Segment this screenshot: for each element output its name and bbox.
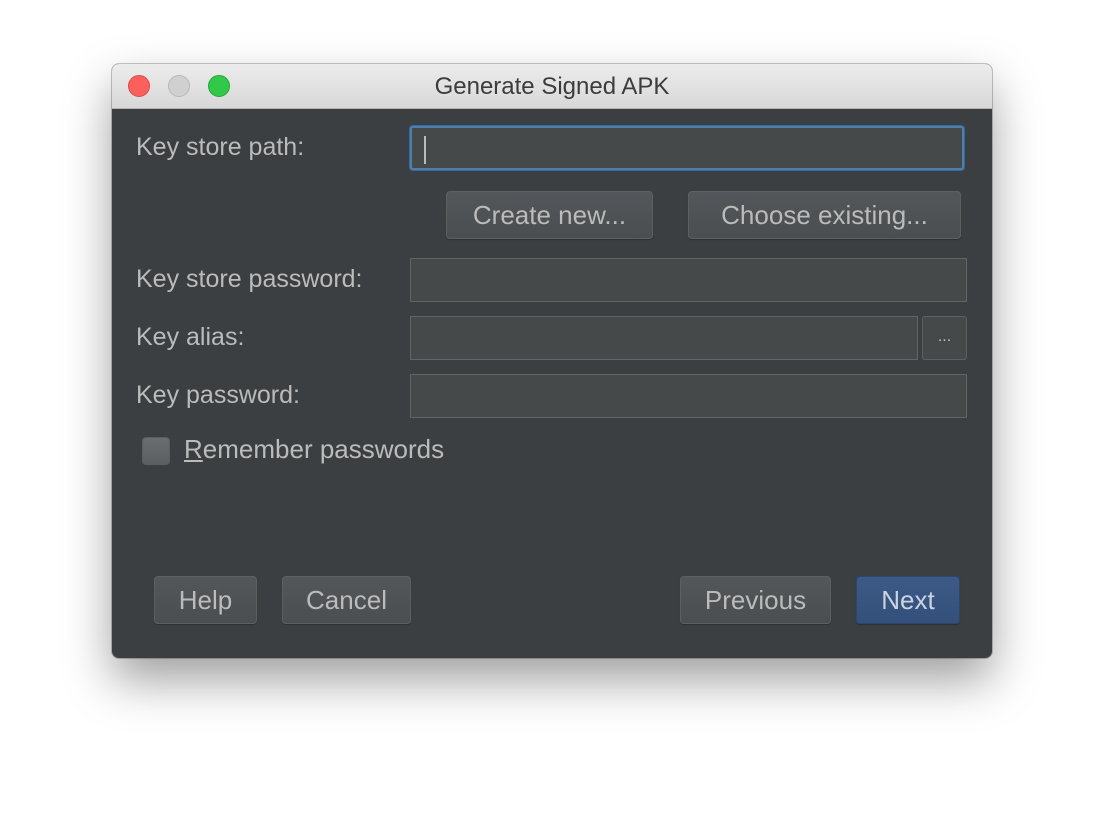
help-button[interactable]: Help bbox=[154, 576, 257, 624]
choose-existing-button[interactable]: Choose existing... bbox=[688, 191, 961, 239]
key-store-path-label: Key store path: bbox=[136, 133, 305, 161]
key-alias-input[interactable] bbox=[410, 316, 918, 360]
generate-signed-apk-dialog: Generate Signed APK Key store path: Crea… bbox=[112, 64, 992, 658]
title-bar[interactable]: Generate Signed APK bbox=[112, 64, 992, 109]
remember-passwords-mnemonic: R bbox=[184, 434, 203, 464]
remember-passwords-label-text: emember passwords bbox=[202, 434, 445, 464]
create-new-button[interactable]: Create new... bbox=[446, 191, 653, 239]
key-password-label: Key password: bbox=[136, 381, 300, 409]
key-password-input[interactable] bbox=[410, 374, 967, 418]
key-store-password-label: Key store password: bbox=[136, 265, 363, 293]
previous-button[interactable]: Previous bbox=[680, 576, 831, 624]
cancel-button[interactable]: Cancel bbox=[282, 576, 411, 624]
text-caret bbox=[424, 136, 426, 164]
key-store-path-input[interactable] bbox=[410, 126, 964, 170]
remember-passwords-label[interactable]: Remember passwords bbox=[184, 434, 444, 465]
remember-passwords-checkbox[interactable] bbox=[142, 437, 170, 465]
key-alias-label: Key alias: bbox=[136, 323, 245, 351]
next-button[interactable]: Next bbox=[856, 576, 960, 624]
key-alias-browse-button[interactable]: ... bbox=[922, 316, 967, 360]
key-store-password-input[interactable] bbox=[410, 258, 967, 302]
window-title: Generate Signed APK bbox=[434, 73, 670, 100]
